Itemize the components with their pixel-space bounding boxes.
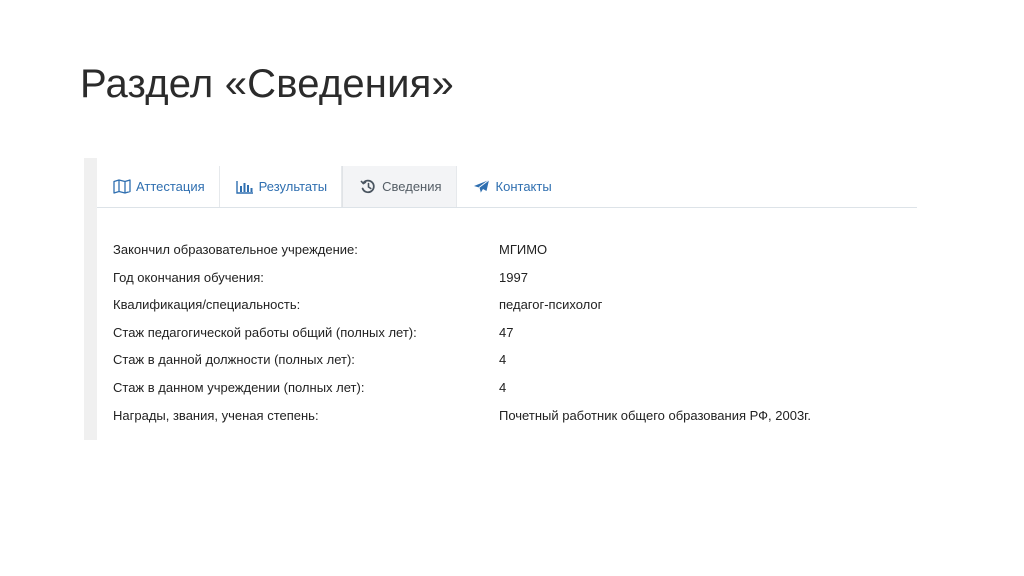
info-value: МГИМО: [499, 242, 548, 257]
info-label: Стаж в данной должности (полных лет):: [113, 352, 355, 368]
info-row: Год окончания обучения: 1997: [113, 264, 811, 292]
info-value: педагог-психолог: [499, 297, 603, 313]
info-label: Квалификация/специальность:: [113, 297, 301, 313]
history-icon: [359, 179, 377, 195]
info-value: 4: [499, 379, 507, 395]
tab-contacts[interactable]: Контакты: [457, 166, 566, 207]
info-list: Закончил образовательное учреждение: МГИ…: [113, 236, 811, 429]
info-row: Квалификация/специальность: педагог-псих…: [113, 291, 811, 319]
tab-bar: Аттестация Результаты Сведения Контакты: [97, 166, 917, 208]
slide-title: Раздел «Сведения»: [80, 62, 454, 106]
info-label: Награды, звания, ученая степень:: [113, 407, 319, 423]
paper-plane-icon: [473, 179, 491, 195]
info-label: Стаж в данном учреждении (полных лет):: [113, 379, 365, 395]
info-row: Закончил образовательное учреждение: МГИ…: [113, 236, 811, 264]
left-strip: [84, 158, 97, 440]
tab-label: Контакты: [495, 179, 552, 194]
tab-results[interactable]: Результаты: [220, 166, 343, 207]
info-value: 4: [499, 352, 507, 368]
tab-label: Результаты: [258, 179, 328, 194]
info-label: Закончил образовательное учреждение:: [113, 242, 358, 257]
tab-attestation[interactable]: Аттестация: [97, 166, 220, 207]
info-value: 47: [499, 324, 514, 340]
info-label: Год окончания обучения:: [113, 269, 264, 285]
profile-panel: Аттестация Результаты Сведения Контакты …: [84, 158, 917, 440]
info-row: Стаж педагогической работы общий (полных…: [113, 319, 811, 347]
info-value: Почетный работник общего образования РФ,…: [499, 407, 811, 423]
tab-label: Сведения: [382, 179, 442, 194]
tab-label: Аттестация: [136, 179, 205, 194]
info-row: Стаж в данном учреждении (полных лет): 4: [113, 374, 811, 402]
bar-chart-icon: [235, 179, 254, 195]
tab-info[interactable]: Сведения: [342, 166, 457, 207]
info-row: Стаж в данной должности (полных лет): 4: [113, 346, 811, 374]
info-row: Награды, звания, ученая степень: Почетны…: [113, 402, 811, 430]
info-value: 1997: [499, 269, 528, 285]
map-icon: [113, 179, 131, 195]
info-label: Стаж педагогической работы общий (полных…: [113, 324, 417, 340]
